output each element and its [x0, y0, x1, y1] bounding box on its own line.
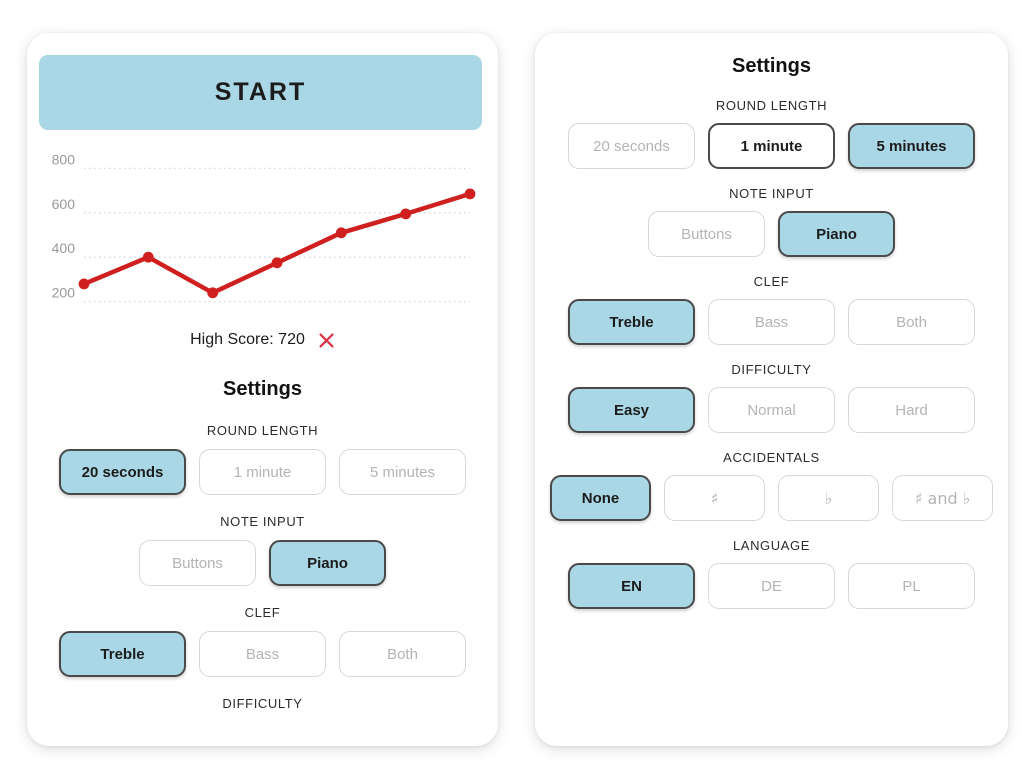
start-button[interactable]: START: [39, 55, 482, 130]
group-label-difficulty: DIFFICULTY: [731, 362, 812, 377]
option-glyph[interactable]: ♯: [664, 475, 765, 521]
score-chart-svg: 800 600 400 200: [52, 151, 476, 303]
option-glyph[interactable]: ♭: [778, 475, 879, 521]
group-label-round-length: ROUND LENGTH: [715, 98, 828, 113]
option-treble[interactable]: Treble: [568, 299, 695, 345]
option-5-minutes[interactable]: 5 minutes: [339, 449, 466, 495]
high-score-row: High Score: 720: [27, 331, 498, 349]
settings-panel: Settings ROUND LENGTH 20 seconds 1 minute 5…: [535, 33, 1008, 746]
option-and[interactable]: ♯ and ♭: [892, 475, 993, 521]
option-none[interactable]: None: [550, 475, 651, 521]
left-settings-title: Settings: [223, 378, 302, 400]
option-row-clef: Treble Bass Both: [535, 299, 1008, 345]
group-label-language: LANGUAGE: [732, 538, 811, 553]
option-bass[interactable]: Bass: [708, 299, 835, 345]
group-label-clef: CLEF: [753, 274, 790, 289]
score-history-chart: 800 600 400 200: [39, 143, 482, 333]
left-settings-groups: ROUND LENGTH 20 seconds 1 minute 5 minutes N…: [27, 423, 498, 711]
y-tick-label: 800: [52, 151, 76, 167]
option-row-difficulty: Easy Normal Hard: [535, 387, 1008, 433]
chart-point: [271, 257, 283, 269]
option-pl[interactable]: PL: [848, 563, 975, 609]
option-row-note-input: Buttons Piano: [535, 211, 1008, 257]
option-piano[interactable]: Piano: [778, 211, 895, 257]
right-settings-section: Settings ROUND LENGTH 20 seconds 1 minute 5…: [535, 55, 1008, 626]
group-label-note-input: NOTE INPUT: [220, 514, 305, 529]
option-row-note-input: Buttons Piano: [27, 540, 498, 586]
option-buttons[interactable]: Buttons: [648, 211, 765, 257]
option-piano[interactable]: Piano: [269, 540, 386, 586]
app-screen: START 800 600 400 200 High Score: 720 Setti…: [0, 0, 1024, 760]
option-buttons[interactable]: Buttons: [139, 540, 256, 586]
option-5-minutes[interactable]: 5 minutes: [848, 123, 975, 169]
group-label-accidentals: ACCIDENTALS: [723, 450, 820, 465]
option-normal[interactable]: Normal: [708, 387, 835, 433]
chart-line-series: [81, 191, 473, 296]
option-hard[interactable]: Hard: [848, 387, 975, 433]
game-panel: START 800 600 400 200 High Score: 720 Setti…: [27, 33, 498, 746]
option-de[interactable]: DE: [708, 563, 835, 609]
group-label-clef: CLEF: [244, 605, 281, 620]
chart-gridlines: [84, 167, 470, 303]
chart-point: [335, 227, 347, 239]
option-row-round-length: 20 seconds 1 minute 5 minutes: [27, 449, 498, 495]
left-settings-section: Settings ROUND LENGTH 20 seconds 1 minute 5…: [27, 378, 498, 722]
clear-high-score-x-icon[interactable]: [318, 332, 335, 349]
high-score-label: High Score: 720: [190, 331, 305, 348]
chart-point: [142, 251, 154, 263]
y-tick-label: 200: [52, 285, 76, 301]
chart-point: [464, 188, 476, 200]
chart-point: [207, 287, 219, 299]
chart-data-points: [78, 188, 476, 299]
option-1-minute[interactable]: 1 minute: [708, 123, 835, 169]
group-label-difficulty: DIFFICULTY: [222, 696, 303, 711]
y-tick-label: 400: [52, 240, 76, 256]
group-label-note-input: NOTE INPUT: [729, 186, 814, 201]
option-en[interactable]: EN: [568, 563, 695, 609]
y-tick-label: 600: [52, 196, 76, 212]
option-row-clef: Treble Bass Both: [27, 631, 498, 677]
chart-y-axis-ticks: 800 600 400 200: [52, 151, 76, 300]
option-both[interactable]: Both: [339, 631, 466, 677]
option-bass[interactable]: Bass: [199, 631, 326, 677]
group-label-round-length: ROUND LENGTH: [206, 423, 319, 438]
option-1-minute[interactable]: 1 minute: [199, 449, 326, 495]
chart-point: [78, 278, 90, 290]
option-20-seconds[interactable]: 20 seconds: [568, 123, 695, 169]
option-both[interactable]: Both: [848, 299, 975, 345]
option-row-language: EN DE PL: [535, 563, 1008, 609]
option-treble[interactable]: Treble: [59, 631, 186, 677]
option-20-seconds[interactable]: 20 seconds: [59, 449, 186, 495]
option-row-round-length: 20 seconds 1 minute 5 minutes: [535, 123, 1008, 169]
option-easy[interactable]: Easy: [568, 387, 695, 433]
right-settings-title: Settings: [732, 55, 811, 77]
right-settings-groups: ROUND LENGTH 20 seconds 1 minute 5 minutes N…: [535, 98, 1008, 609]
option-row-accidentals: None ♯ ♭ ♯ and ♭: [535, 475, 1008, 521]
chart-point: [400, 208, 412, 220]
